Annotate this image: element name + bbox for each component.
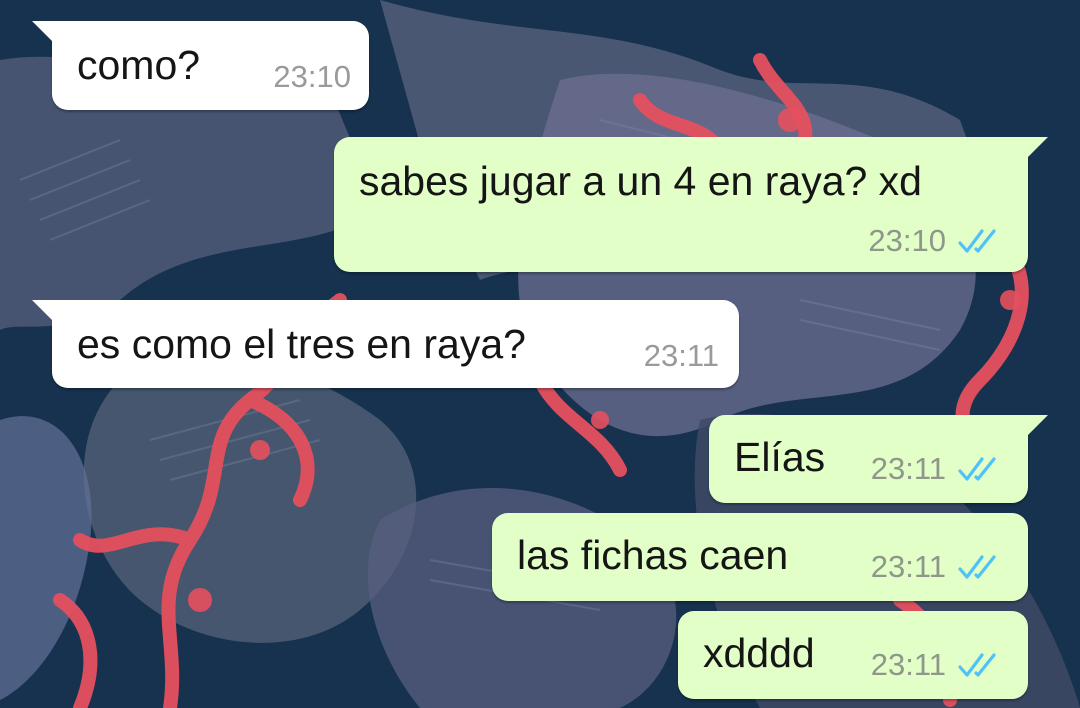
message-meta: 23:10 <box>868 225 1006 256</box>
message-text: como? <box>77 42 201 88</box>
message-time: 23:11 <box>870 647 946 682</box>
message-meta: 23:11 <box>871 453 1006 484</box>
message-text: es como el tres en raya? <box>77 321 526 367</box>
message-meta: 23:11 <box>871 551 1006 582</box>
bubble-tail <box>32 300 54 322</box>
message-time: 23:11 <box>643 338 719 373</box>
double-check-read-icon <box>958 554 996 579</box>
message-meta: 23:10 <box>273 61 351 92</box>
message-text: las fichas caen <box>517 532 789 578</box>
message-text: sabes jugar a un 4 en raya? xd <box>359 158 922 204</box>
message-time: 23:11 <box>870 451 946 486</box>
message-bubble-incoming[interactable]: es como el tres en raya? 23:11 <box>32 300 739 388</box>
message-meta: 23:11 <box>871 649 1006 680</box>
message-text: xdddd <box>703 630 815 676</box>
message-time: 23:10 <box>868 223 946 258</box>
message-bubble-outgoing[interactable]: Elías 23:11 <box>709 415 1048 503</box>
bubble-tail <box>32 21 54 43</box>
message-bubble-outgoing[interactable]: las fichas caen 23:11 <box>492 513 1028 601</box>
message-time: 23:10 <box>273 59 351 94</box>
message-bubble-outgoing[interactable]: xdddd 23:11 <box>678 611 1028 699</box>
bubble-tail <box>1026 415 1048 437</box>
double-check-read-icon <box>958 652 996 677</box>
message-bubble-incoming[interactable]: como? 23:10 <box>32 21 369 110</box>
message-text: Elías <box>734 434 826 480</box>
double-check-read-icon <box>958 456 996 481</box>
message-bubble-outgoing[interactable]: sabes jugar a un 4 en raya? xd 23:10 <box>334 137 1048 272</box>
message-meta: 23:11 <box>644 340 719 371</box>
double-check-read-icon <box>958 228 996 253</box>
chat-conversation: como? 23:10 sabes jugar a un 4 en raya? … <box>0 0 1080 708</box>
bubble-tail <box>1026 137 1048 159</box>
message-time: 23:11 <box>870 549 946 584</box>
